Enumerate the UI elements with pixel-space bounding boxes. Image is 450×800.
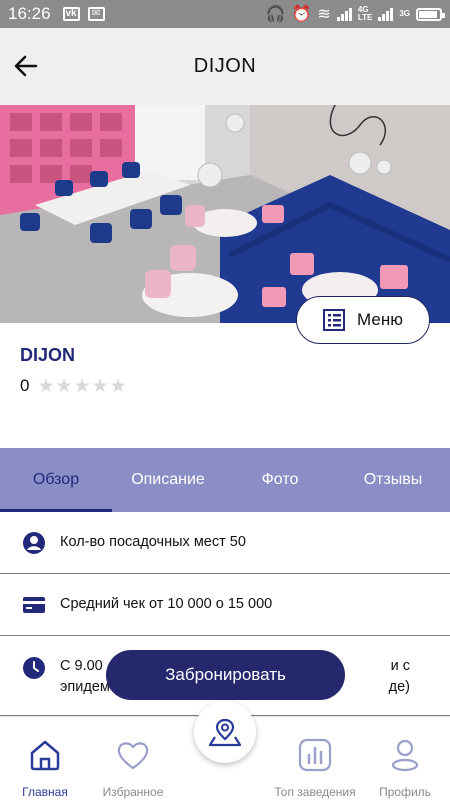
star-icon: ★	[55, 375, 73, 397]
nav-item-profile[interactable]: Профиль	[360, 717, 450, 800]
nav-item-favorites[interactable]: Избранное	[88, 717, 178, 800]
star-icon: ★	[91, 375, 109, 397]
home-icon	[30, 740, 60, 771]
nav-item-home[interactable]: Главная	[0, 717, 90, 800]
tab-reviews[interactable]: Отзывы	[336, 448, 450, 512]
book-button[interactable]: Забронировать	[106, 650, 345, 700]
place-name: DIJON	[20, 345, 76, 365]
menu-button-label: Меню	[357, 310, 403, 329]
battery-icon	[416, 7, 445, 21]
star-icon: ★	[37, 375, 55, 397]
signal-icon	[336, 7, 352, 21]
restaurant-photo	[0, 105, 450, 323]
page-title: DIJON	[193, 55, 257, 77]
menu-button[interactable]: Меню	[296, 296, 430, 344]
status-time: 16:26	[8, 4, 51, 23]
star-icon: ★	[109, 375, 127, 397]
info-row-seats: Кол-во посадочных мест 50	[0, 512, 450, 574]
tab-description[interactable]: Описание	[112, 448, 224, 512]
nav-label-profile: Профиль	[379, 785, 431, 799]
profile-icon	[391, 739, 419, 772]
map-button[interactable]	[194, 701, 256, 763]
signal-icon-2	[378, 7, 394, 21]
person-icon	[23, 531, 45, 554]
back-arrow-icon[interactable]	[12, 52, 40, 80]
info-row-avg-check: Средний чек от 10 000 о 15 000	[0, 574, 450, 636]
app-header: DIJON	[0, 28, 450, 105]
heart-icon	[117, 742, 149, 770]
nav-label-home: Главная	[22, 785, 68, 799]
headphones-icon: 🎧	[265, 6, 286, 23]
rating-value: 0	[20, 376, 30, 395]
vk-icon: vk	[62, 7, 80, 21]
clock-icon	[23, 657, 45, 679]
network-type-label: 4G LTE	[357, 5, 373, 22]
status-bar: 16:26 vk ✉ 🎧 ⏰ ≋ 4G LTE 3G	[0, 0, 450, 28]
wifi-icon: ≋	[317, 6, 331, 23]
seats-text: Кол-во посадочных мест 50	[60, 534, 246, 550]
avg-check-text: Средний чек от 10 000 о 15 000	[60, 596, 273, 612]
star-icon: ★	[73, 375, 91, 397]
chart-icon	[298, 738, 332, 772]
tab-overview[interactable]: Обзор	[0, 448, 112, 512]
nav-label-favorites: Избранное	[102, 785, 164, 799]
rating-stars: ★ ★ ★ ★ ★	[37, 377, 126, 396]
menu-list-icon	[323, 309, 346, 331]
tab-photo[interactable]: Фото	[224, 448, 336, 512]
tab-bar: Обзор Описание Фото Отзывы	[0, 448, 450, 512]
rating: 0 ★ ★ ★ ★ ★	[20, 376, 127, 396]
mail-icon: ✉	[87, 7, 105, 21]
alarm-icon: ⏰	[291, 6, 312, 23]
nav-label-top-places: Топ заведения	[274, 785, 356, 799]
map-pin-icon	[208, 718, 242, 747]
credit-card-icon	[23, 596, 45, 613]
nav-item-top-places[interactable]: Топ заведения	[270, 717, 360, 800]
network-type-label-2: 3G	[399, 9, 410, 18]
